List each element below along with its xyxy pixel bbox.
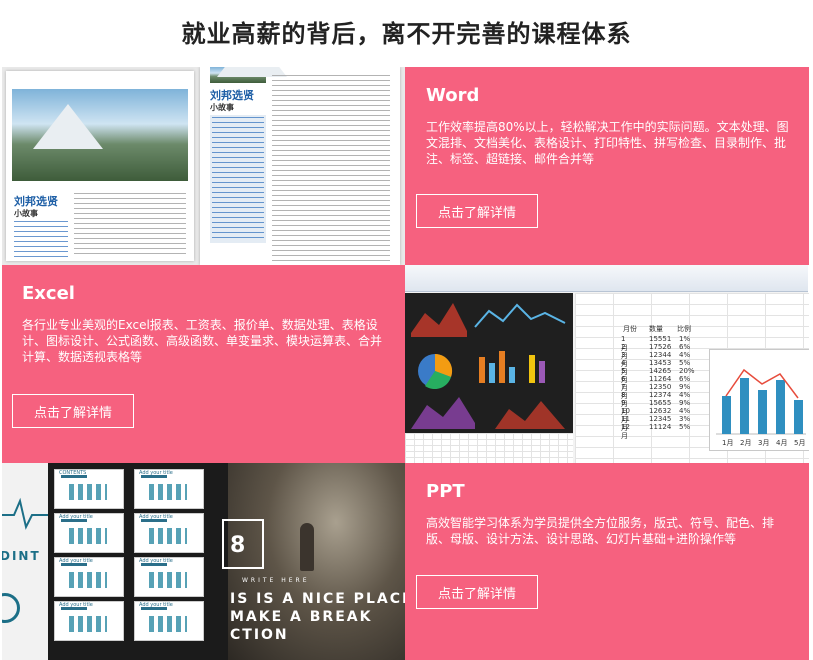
ppt-thumbnail: Add your title	[134, 469, 204, 509]
chart-x-label: 3月	[758, 439, 770, 447]
ppt-info-tile: PPT 高效智能学习体系为学员提供全方位服务，版式、符号、配色、排版、母版、设计…	[405, 463, 809, 660]
ppt-preview-image: DINT CONTENTS Add your title Add your ti…	[2, 463, 405, 660]
slide-number: 8	[230, 533, 248, 558]
ppt-description: 高效智能学习体系为学员提供全方位服务，版式、符号、配色、排版、母版、设计方法、设…	[426, 516, 775, 546]
chart-x-label: 4月	[776, 439, 788, 447]
ppt-details-button[interactable]: 点击了解详情	[416, 575, 538, 609]
ppt-left-strip: DINT	[2, 463, 48, 660]
ppt-thumbnail: Add your title	[134, 557, 204, 597]
embedded-bar-line-chart	[716, 368, 806, 435]
excel-embedded-chart: 1月 2月 3月 4月 5月	[709, 349, 809, 451]
excel-col-header: 数量	[649, 325, 663, 333]
doc-subheading-left: 小故事	[14, 209, 38, 218]
person-silhouette	[300, 523, 314, 571]
doc-heading-right: 刘邦选贤	[210, 89, 254, 102]
ppt-circle-graphic	[2, 593, 20, 623]
ppt-thumbnail: Add your title	[134, 513, 204, 553]
course-section: 就业高薪的背后，离不开完善的课程体系 刘邦选贤 小故事 刘邦选贤 小故事 Wor…	[0, 0, 813, 660]
excel-col-header: 月份	[623, 325, 637, 333]
mountain-photo-small	[210, 67, 287, 83]
ppt-thumbnail: CONTENTS	[54, 469, 124, 509]
ppt-thumbnail: Add your title	[54, 513, 124, 553]
word-doc-page-right: 刘邦选贤 小故事	[200, 67, 400, 265]
word-doc-page-left: 刘邦选贤 小故事	[6, 71, 194, 261]
excel-info-tile: Excel 各行业专业美观的Excel报表、工资表、报价单、数据处理、表格设计、…	[2, 265, 405, 463]
slide-text-line2: MAKE A BREAK	[230, 609, 373, 625]
doc-text-block	[212, 117, 264, 241]
ppt-left-word: DINT	[2, 549, 41, 563]
doc-text-block	[272, 75, 390, 261]
excel-description: 各行业专业美观的Excel报表、工资表、报价单、数据处理、表格设计、图标设计、公…	[22, 318, 383, 364]
word-preview-image: 刘邦选贤 小故事 刘邦选贤 小故事	[2, 67, 405, 265]
excel-bar-chart-area	[405, 433, 573, 463]
chart-x-label: 2月	[740, 439, 752, 447]
mountain-photo	[12, 89, 188, 181]
slide-text-line1: IS IS A NICE PLACE	[230, 591, 405, 607]
excel-preview-image: 月份 数量 比例 1月 15551 1% 2月 17526 6% 3月 12344 4% 4…	[405, 265, 809, 463]
ppt-title: PPT	[426, 481, 465, 502]
doc-subheading-right: 小故事	[210, 103, 234, 112]
excel-dashboard-charts	[411, 303, 566, 429]
excel-ribbon-toolbar	[405, 265, 808, 292]
chart-x-label: 1月	[722, 439, 734, 447]
ppt-title-slide-photo: 8 WRITE HERE IS IS A NICE PLACE MAKE A B…	[222, 463, 405, 660]
excel-details-button[interactable]: 点击了解详情	[12, 394, 134, 428]
ppt-thumbnail: Add your title	[54, 557, 124, 597]
word-info-tile: Word 工作效率提高80%以上，轻松解决工作中的实际问题。文本处理、图文混排、…	[405, 67, 809, 265]
doc-text-block	[74, 193, 186, 257]
page-title: 就业高薪的背后，离不开完善的课程体系	[181, 19, 632, 48]
ppt-thumbnail: Add your title	[54, 601, 124, 641]
pulse-line-icon	[2, 497, 48, 530]
slide-small-caption: WRITE HERE	[242, 577, 310, 584]
excel-col-header: 比例	[677, 325, 691, 333]
word-description: 工作效率提高80%以上，轻松解决工作中的实际问题。文本处理、图文混排、文档美化、…	[426, 120, 789, 166]
doc-heading-left: 刘邦选贤	[14, 195, 58, 208]
excel-title: Excel	[22, 283, 75, 304]
slide-text-line3: CTION	[230, 627, 289, 643]
chart-x-label: 5月	[794, 439, 806, 447]
ppt-thumbnail: Add your title	[134, 601, 204, 641]
word-details-button[interactable]: 点击了解详情	[416, 194, 538, 228]
doc-text-block	[14, 221, 68, 257]
word-title: Word	[426, 85, 480, 106]
